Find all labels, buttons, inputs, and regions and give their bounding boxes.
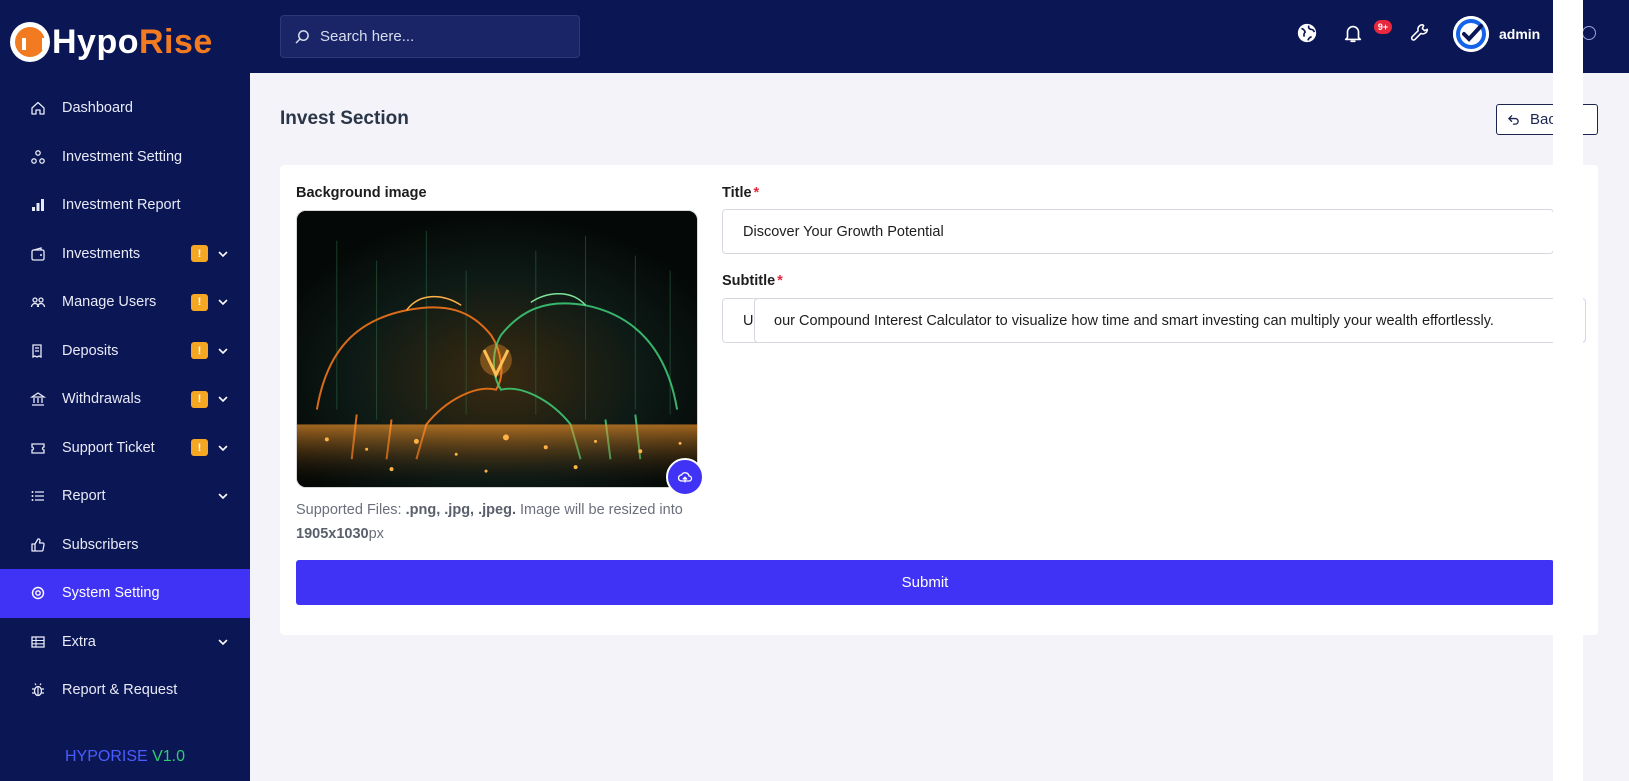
chevron-down-icon[interactable] bbox=[216, 392, 230, 406]
chevron-down-icon[interactable] bbox=[216, 489, 230, 503]
sidebar-menu: Dashboard Investment Setting Investment Re… bbox=[0, 84, 250, 715]
background-image-preview bbox=[296, 210, 698, 488]
sidebar-item-label: Withdrawals bbox=[62, 391, 141, 408]
sidebar-item-investment-report[interactable]: Investment Report bbox=[0, 181, 250, 230]
bank-icon bbox=[30, 391, 46, 407]
notification-badge: 9+ bbox=[1374, 20, 1392, 34]
receipt-icon bbox=[30, 343, 46, 359]
alert-badge: ! bbox=[191, 390, 208, 408]
bar-chart-icon bbox=[30, 197, 46, 213]
sidebar-item-dashboard[interactable]: Dashboard bbox=[0, 84, 250, 133]
alert-badge: ! bbox=[191, 439, 208, 457]
sidebar-item-label: Manage Users bbox=[62, 294, 157, 311]
nodes-icon bbox=[30, 149, 46, 165]
sidebar-item-deposits[interactable]: Deposits! bbox=[0, 327, 250, 376]
list-icon bbox=[30, 488, 46, 504]
sidebar-item-subscribers[interactable]: Subscribers bbox=[0, 521, 250, 570]
settings-icon bbox=[30, 585, 46, 601]
title-input[interactable]: Discover Your Growth Potential bbox=[722, 209, 1554, 254]
sidebar-item-label: Support Ticket bbox=[62, 439, 155, 456]
supported-files-help: Supported Files: .png, .jpg, .jpeg. Imag… bbox=[296, 502, 683, 542]
sidebar-item-label: Subscribers bbox=[62, 536, 139, 553]
upload-image-button[interactable] bbox=[666, 458, 704, 496]
subtitle-overflow-text: our Compound Interest Calculator to visu… bbox=[754, 298, 1586, 343]
chevron-down-icon[interactable] bbox=[216, 344, 230, 358]
chevron-down-icon[interactable] bbox=[216, 441, 230, 455]
admin-dropdown-icon[interactable] bbox=[1582, 26, 1596, 40]
bull-bear-artwork-image bbox=[297, 211, 697, 487]
sidebar-item-label: Investment Report bbox=[62, 197, 181, 214]
sidebar-item-label: System Setting bbox=[62, 585, 160, 602]
chevron-down-icon[interactable] bbox=[216, 295, 230, 309]
title-input-value: Discover Your Growth Potential bbox=[743, 223, 944, 240]
sidebar-item-support-ticket[interactable]: Support Ticket! bbox=[0, 424, 250, 473]
sidebar-item-report-request[interactable]: Report & Request bbox=[0, 666, 250, 715]
chevron-down-icon[interactable] bbox=[216, 247, 230, 261]
wallet-icon bbox=[30, 246, 46, 262]
sidebar-item-investments[interactable]: Investments! bbox=[0, 230, 250, 279]
brand-name: HypoRise bbox=[52, 22, 213, 61]
sidebar-item-label: Deposits bbox=[62, 342, 119, 359]
app-version: HYPORISE V1.0 bbox=[64, 748, 186, 765]
sidebar-item-label: Extra bbox=[62, 633, 96, 650]
sidebar-item-report[interactable]: Report bbox=[0, 472, 250, 521]
alert-badge: ! bbox=[191, 245, 208, 263]
sidebar-item-label: Investment Setting bbox=[62, 148, 183, 165]
globe-icon[interactable] bbox=[1296, 22, 1318, 44]
search-icon bbox=[295, 30, 309, 44]
users-icon bbox=[30, 294, 46, 310]
subtitle-input-value: U bbox=[743, 312, 754, 329]
alert-badge: ! bbox=[191, 342, 208, 360]
home-icon bbox=[30, 100, 46, 116]
submit-button[interactable]: Submit bbox=[296, 560, 1554, 605]
table-icon bbox=[30, 634, 46, 650]
bell-icon[interactable] bbox=[1342, 22, 1364, 44]
avatar-check-icon bbox=[1453, 16, 1489, 52]
sidebar-item-label: Report bbox=[62, 488, 106, 505]
background-image-label: Background image bbox=[296, 185, 427, 201]
undo-arrow-icon bbox=[1508, 115, 1519, 125]
sidebar-item-label: Investments bbox=[62, 245, 141, 262]
admin-name[interactable]: admin bbox=[1499, 26, 1540, 42]
logo-mark-icon bbox=[10, 22, 50, 62]
alert-badge: ! bbox=[191, 293, 208, 311]
wrench-icon[interactable] bbox=[1409, 22, 1431, 44]
ticket-icon bbox=[30, 440, 46, 456]
bug-icon bbox=[30, 682, 46, 698]
thumbs-up-icon bbox=[30, 537, 46, 553]
title-label: Title * bbox=[722, 185, 760, 201]
sidebar-item-system-setting[interactable]: System Setting bbox=[0, 569, 250, 618]
avatar[interactable] bbox=[1453, 16, 1489, 52]
chevron-down-icon[interactable] bbox=[216, 635, 230, 649]
search-box[interactable] bbox=[280, 15, 580, 58]
page-title: Invest Section bbox=[280, 108, 409, 129]
sidebar-item-extra[interactable]: Extra bbox=[0, 618, 250, 667]
sidebar-item-label: Report & Request bbox=[62, 682, 178, 699]
sidebar-item-label: Dashboard bbox=[62, 100, 133, 117]
sidebar-item-manage-users[interactable]: Manage Users! bbox=[0, 278, 250, 327]
sidebar-item-investment-setting[interactable]: Investment Setting bbox=[0, 133, 250, 182]
sidebar: HypoRise Dashboard Investment Setting Inve… bbox=[0, 0, 250, 781]
sidebar-item-withdrawals[interactable]: Withdrawals! bbox=[0, 375, 250, 424]
brand-logo[interactable]: HypoRise bbox=[10, 18, 213, 66]
subtitle-label: Subtitle * bbox=[722, 273, 783, 289]
cloud-upload-icon bbox=[677, 472, 693, 483]
search-input[interactable] bbox=[320, 28, 560, 45]
page-scrollbar[interactable] bbox=[1553, 0, 1583, 781]
